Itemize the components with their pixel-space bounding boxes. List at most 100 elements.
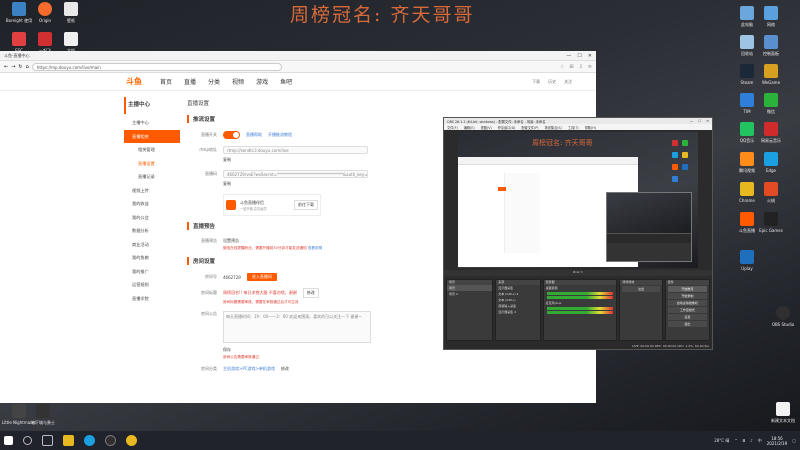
live-switch-toggle[interactable] (223, 131, 240, 139)
sidebar-item[interactable]: 我的收益 (124, 197, 180, 211)
studio-mode-button[interactable]: 工作室模式 (667, 307, 707, 313)
copy-rtmp-button[interactable]: 复制 (223, 157, 231, 163)
tutorial-link[interactable]: 开播推流教程 (268, 132, 292, 138)
rtmp-address-field[interactable]: rtmp://sendtc3.douyu.com/live (223, 146, 368, 154)
volume-icon[interactable]: ♪ (750, 438, 753, 443)
input-language[interactable]: 中 (758, 438, 762, 444)
stream-key-field[interactable]: 4662729rvsE?wsSecret=*******************… (223, 170, 368, 178)
maximize-icon[interactable]: ☐ (577, 53, 581, 59)
sidebar-item-active[interactable]: 直播相关 (124, 129, 180, 143)
sidebar-item[interactable]: 视频上传 (124, 184, 180, 198)
sidebar-subitem[interactable]: 直播记录 (124, 170, 180, 184)
exit-button[interactable]: 退出 (667, 321, 707, 327)
desktop-icon[interactable]: Edge (752, 152, 790, 173)
site-follow-link[interactable]: 关注 (564, 79, 572, 85)
edge-icon[interactable] (84, 435, 95, 446)
obs-menu-item[interactable]: 场景集合(S) (545, 125, 562, 130)
obs-menu-item[interactable]: 编辑(E) (464, 125, 475, 130)
sidebar-subitem-selected[interactable]: 直播设置 (124, 157, 180, 171)
settings-button[interactable]: 设置 (667, 314, 707, 320)
desktop-icon[interactable]: 壁纸 (52, 2, 90, 23)
desktop-icon[interactable]: 新建文本文档 (764, 402, 800, 423)
minimize-icon[interactable]: — (566, 53, 571, 59)
obs-menu-item[interactable]: 配置文件(P) (521, 125, 538, 130)
scene-item[interactable]: 场景 2 (447, 291, 492, 297)
start-streaming-button[interactable]: 开始推流 (667, 286, 707, 292)
sidebar-item[interactable]: 我的公会 (124, 211, 180, 225)
weather-text[interactable]: 28°C 晴 (714, 438, 729, 444)
edit-title-button[interactable]: 修改 (302, 288, 319, 298)
enter-room-button[interactable]: 进入直播间 (246, 273, 277, 281)
url-input[interactable]: https://mp.douyu.com/live/main (31, 62, 282, 71)
desktop-icon[interactable]: OBS Studio (764, 306, 800, 327)
desktop-icon[interactable]: 网络 (752, 6, 790, 27)
file-explorer-icon[interactable] (63, 435, 74, 446)
site-nav-item[interactable]: 鱼吧 (280, 77, 292, 86)
browser-tab-title[interactable]: 斗鱼-直播中心 (4, 53, 29, 59)
search-icon[interactable] (23, 436, 32, 445)
virtual-camera-button[interactable]: 启动虚拟摄像机 (667, 300, 707, 306)
desktop-icon[interactable]: WeGame (752, 64, 790, 85)
save-notice-button[interactable]: 保存 (223, 347, 231, 353)
obs-menu-item[interactable]: 工具(T) (568, 125, 579, 130)
sidebar-item[interactable]: 我的鱼粮 (124, 251, 180, 265)
desktop-icon[interactable]: Uplay (728, 250, 766, 271)
site-nav-item[interactable]: 视频 (232, 77, 244, 86)
download-companion-button[interactable]: 前往下载 (294, 200, 318, 210)
minimize-icon[interactable]: — (690, 119, 693, 123)
sidebar-subitem[interactable]: 相关管理 (124, 143, 180, 157)
sidebar-item[interactable]: 数据分析 (124, 224, 180, 238)
back-icon[interactable]: ← (4, 64, 8, 70)
clock[interactable]: 18:56 2021/2/19 (767, 436, 788, 446)
chevron-up-icon[interactable]: ⌃ (734, 438, 737, 443)
desktop-icon[interactable]: 微信 (752, 93, 790, 114)
desktop-icon[interactable]: 地下城与勇士 (24, 404, 62, 425)
copy-key-button[interactable]: 复制 (223, 181, 231, 187)
start-recording-button[interactable]: 开始录制 (667, 293, 707, 299)
obs-preview[interactable]: 周榜冠名: 齐天哥哥 (458, 132, 698, 268)
obs-menu-item[interactable]: 帮助(H) (585, 125, 596, 130)
sidebar-item[interactable]: 我的推广 (124, 265, 180, 279)
room-notice-textarea[interactable]: 每天直播时间：19：00——3：00 欢迎来围观，喜欢的可以关注一下 谢谢~ (223, 311, 371, 343)
task-view-icon[interactable] (42, 435, 53, 446)
site-nav-item[interactable]: 分类 (208, 77, 220, 86)
desktop-icon[interactable]: Epic Games (752, 212, 790, 233)
sidebar-item[interactable]: 运营规则 (124, 278, 180, 292)
site-history-link[interactable]: 历史 (548, 79, 556, 85)
notice-help-link[interactable]: 查看说明 (308, 246, 322, 250)
sidebar-item[interactable]: 直播学院 (124, 292, 180, 306)
source-item[interactable]: 显示器采集 2 (496, 309, 539, 315)
extensions-icon[interactable]: ⊞ (569, 64, 573, 70)
desktop-icon[interactable]: 网易云音乐 (752, 122, 790, 143)
desktop-icon[interactable]: 控制面板 (752, 35, 790, 56)
site-download-link[interactable]: 下载 (532, 79, 540, 85)
refresh-icon[interactable]: ↻ (18, 64, 22, 70)
edit-category-button[interactable]: 修改 (281, 366, 289, 372)
obs-menu-item[interactable]: 停靠窗口(D) (498, 125, 516, 130)
obs-menu-item[interactable]: 视图(V) (481, 125, 492, 130)
maximize-icon[interactable]: ☐ (698, 119, 701, 123)
transition-select[interactable]: 淡出 (622, 286, 660, 292)
site-nav-item[interactable]: 游戏 (256, 77, 268, 86)
site-nav-item[interactable]: 直播 (184, 77, 196, 86)
set-notice-button[interactable]: 设置预告 (223, 238, 239, 244)
windows-start-icon[interactable] (4, 436, 13, 445)
help-link[interactable]: 直播帮助 (246, 132, 262, 138)
close-icon[interactable]: ✕ (706, 119, 709, 123)
sidebar-item[interactable]: 主播中心 (124, 116, 180, 130)
desktop-icon[interactable]: 文档 (52, 32, 90, 53)
home-icon[interactable]: ⌂ (26, 64, 29, 70)
obs-menu-item[interactable]: 文件(F) (447, 125, 458, 130)
close-icon[interactable]: ✕ (588, 53, 592, 59)
notification-icon[interactable]: ▢ (792, 438, 796, 443)
site-nav-item[interactable]: 首页 (160, 77, 172, 86)
douyu-logo[interactable]: 斗鱼 (126, 76, 142, 87)
forward-icon[interactable]: → (11, 64, 15, 70)
menu-icon[interactable]: ≡ (588, 64, 592, 70)
chrome-taskbar-icon[interactable] (126, 435, 137, 446)
sidebar-item[interactable]: 商业活动 (124, 238, 180, 252)
download-icon[interactable]: ⇩ (579, 64, 583, 70)
obs-taskbar-icon[interactable] (105, 435, 116, 446)
desktop-icon[interactable]: 火绒 (752, 182, 790, 203)
network-icon[interactable]: ⌸ (743, 438, 745, 443)
